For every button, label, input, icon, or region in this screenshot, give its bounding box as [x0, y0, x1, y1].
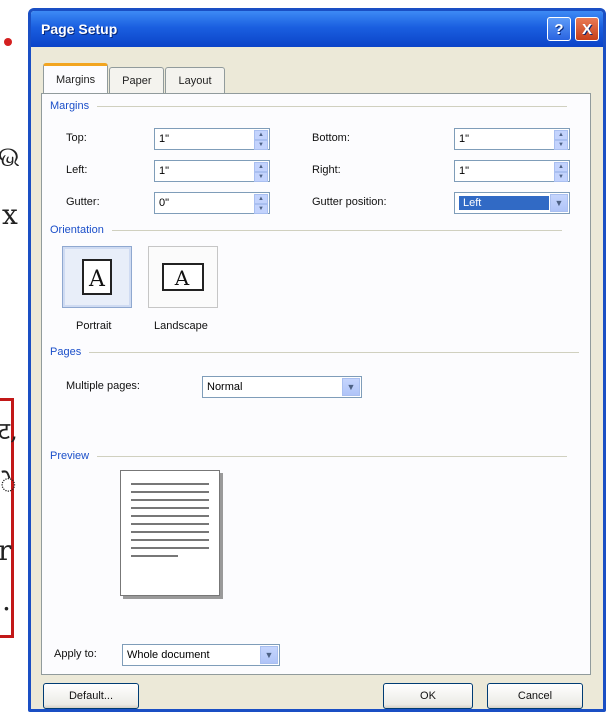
- section-divider: [111, 229, 562, 231]
- bottom-margin-value: 1": [459, 133, 470, 145]
- tab-layout[interactable]: Layout: [165, 67, 225, 93]
- multiple-pages-value: Normal: [207, 381, 243, 393]
- right-margin-value: 1": [459, 165, 470, 177]
- top-label: Top:: [66, 132, 87, 144]
- chevron-down-icon[interactable]: ▼: [550, 194, 568, 212]
- gutter-position-select[interactable]: Left ▼: [454, 192, 570, 214]
- left-label: Left:: [66, 164, 88, 176]
- ok-button[interactable]: OK: [383, 683, 473, 709]
- right-margin-input[interactable]: 1" ▲ ▼: [454, 160, 570, 182]
- cancel-button[interactable]: Cancel: [487, 683, 583, 709]
- chevron-down-icon[interactable]: ▼: [342, 378, 360, 396]
- right-margin-spinner[interactable]: ▲ ▼: [554, 162, 568, 182]
- right-label: Right:: [312, 164, 341, 176]
- preview-text-line: [131, 523, 209, 525]
- gutter-spinner[interactable]: ▲ ▼: [254, 194, 268, 214]
- bottom-margin-spinner[interactable]: ▲ ▼: [554, 130, 568, 150]
- help-button[interactable]: ?: [547, 17, 571, 41]
- landscape-button[interactable]: A: [148, 246, 218, 308]
- top-margin-spinner[interactable]: ▲ ▼: [254, 130, 268, 150]
- background-glyph: े: [0, 467, 17, 500]
- apply-to-select[interactable]: Whole document ▼: [122, 644, 280, 666]
- portrait-page-icon: A: [82, 259, 112, 295]
- portrait-button[interactable]: A: [62, 246, 132, 308]
- background-glyph: ट,: [0, 417, 18, 445]
- landscape-page-icon: A: [162, 263, 204, 291]
- red-bullet-dot: [4, 38, 12, 46]
- svg-text:A: A: [88, 267, 106, 292]
- margins-heading: Margins: [50, 100, 90, 112]
- bottom-margin-input[interactable]: 1" ▲ ▼: [454, 128, 570, 150]
- section-divider: [89, 351, 580, 353]
- default-button[interactable]: Default...: [43, 683, 139, 709]
- margins-tab-panel: Margins Top: 1" ▲ ▼ Bottom: 1" ▲ ▼ Left: 1…: [41, 93, 591, 675]
- preview-text-line: [131, 515, 209, 517]
- preview-text-line: [131, 499, 209, 501]
- gutter-position-value: Left: [459, 196, 549, 210]
- top-margin-input[interactable]: 1" ▲ ▼: [154, 128, 270, 150]
- background-glyph: .: [2, 584, 11, 617]
- left-margin-spinner[interactable]: ▲ ▼: [254, 162, 268, 182]
- background-glyph: r: [0, 534, 12, 567]
- section-divider: [97, 455, 568, 457]
- preview-text-line: [131, 547, 209, 549]
- page-setup-dialog: Page Setup ? X Margins Paper Layout Marg…: [28, 8, 606, 712]
- tab-margins[interactable]: Margins: [43, 63, 109, 93]
- tab-paper[interactable]: Paper: [109, 67, 165, 93]
- chevron-down-icon[interactable]: ▼: [260, 646, 278, 664]
- multiple-pages-select[interactable]: Normal ▼: [202, 376, 362, 398]
- margins-section: Margins: [50, 100, 568, 112]
- left-margin-value: 1": [159, 165, 170, 177]
- background-glyph: ଭ: [0, 140, 21, 173]
- preview-text-line: [131, 507, 209, 509]
- orientation-section: Orientation: [50, 224, 562, 236]
- preview-text-line: [131, 531, 209, 533]
- preview-text-line: [131, 491, 209, 493]
- landscape-label: Landscape: [154, 320, 208, 332]
- section-divider: [97, 105, 568, 107]
- gutter-label: Gutter:: [66, 196, 100, 208]
- dialog-title: Page Setup: [41, 21, 118, 37]
- apply-to-label: Apply to:: [54, 648, 97, 660]
- preview-heading: Preview: [50, 450, 90, 462]
- dialog-body: Margins Paper Layout Margins Top: 1" ▲ ▼ …: [31, 47, 603, 709]
- gutter-value: 0": [159, 197, 170, 209]
- preview-text-line: [131, 555, 178, 557]
- svg-text:A: A: [174, 266, 190, 290]
- close-button[interactable]: X: [575, 17, 599, 41]
- preview-text-line: [131, 539, 209, 541]
- preview-page-thumbnail: [120, 470, 220, 596]
- portrait-label: Portrait: [76, 320, 112, 332]
- bottom-label: Bottom:: [312, 132, 350, 144]
- left-margin-input[interactable]: 1" ▲ ▼: [154, 160, 270, 182]
- gutter-input[interactable]: 0" ▲ ▼: [154, 192, 270, 214]
- gutter-position-label: Gutter position:: [312, 196, 387, 208]
- preview-text-line: [131, 483, 209, 485]
- tab-strip: Margins Paper Layout: [43, 63, 226, 93]
- top-margin-value: 1": [159, 133, 170, 145]
- title-bar[interactable]: Page Setup ? X: [31, 11, 603, 47]
- pages-heading: Pages: [50, 346, 82, 358]
- orientation-heading: Orientation: [50, 224, 104, 236]
- apply-to-value: Whole document: [127, 649, 210, 661]
- multiple-pages-label: Multiple pages:: [66, 380, 140, 392]
- background-glyph: x: [2, 198, 18, 231]
- pages-section: Pages: [50, 346, 580, 358]
- preview-section: Preview: [50, 450, 568, 462]
